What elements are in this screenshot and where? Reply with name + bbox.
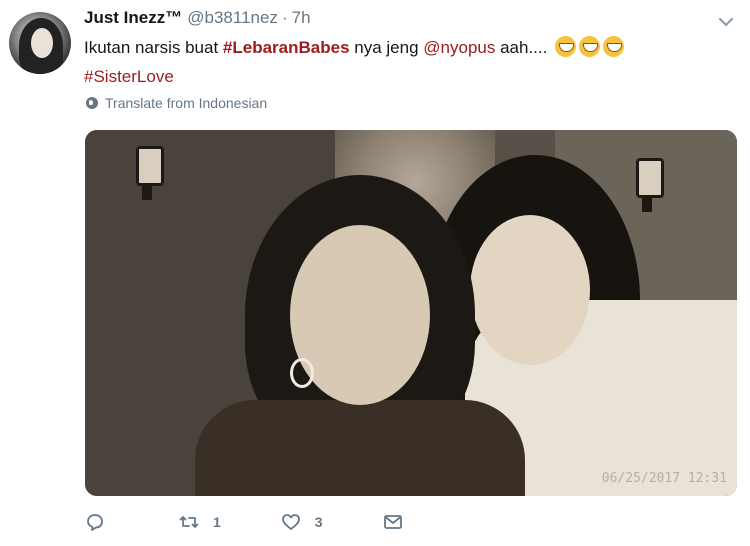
tweet-photo[interactable]: 06/25/2017 12:31 — [85, 130, 737, 496]
translate-link[interactable]: Translate from Indonesian — [86, 95, 267, 111]
tweet-text-prefix: Ikutan narsis buat — [84, 38, 223, 57]
like-button[interactable]: 3 — [281, 512, 323, 532]
tweet-actions: 1 3 — [85, 512, 463, 532]
separator-dot: · — [281, 8, 288, 27]
translate-label: Translate from Indonesian — [105, 95, 268, 111]
like-count: 3 — [314, 514, 323, 530]
retweet-icon — [179, 516, 199, 528]
wall-lamp-left — [130, 138, 164, 200]
photo-timestamp: 06/25/2017 12:31 — [601, 471, 727, 486]
tweet-timestamp[interactable]: 7h — [292, 8, 311, 28]
reply-icon — [87, 514, 103, 531]
wall-lamp-right — [630, 150, 664, 212]
display-name[interactable]: Just Inezz™ — [84, 8, 182, 28]
globe-icon — [86, 97, 98, 109]
direct-message-button[interactable] — [383, 512, 403, 532]
tweet-text-suffix: aah.... — [495, 38, 548, 57]
user-handle[interactable]: @b3811nez — [187, 8, 278, 28]
heart-icon — [281, 514, 300, 530]
retweet-button[interactable]: 1 — [179, 512, 221, 532]
hashtag-sisterlove[interactable]: #SisterLove — [84, 67, 174, 86]
profile-avatar[interactable] — [9, 12, 71, 74]
envelope-icon — [383, 515, 402, 529]
chevron-down-icon[interactable] — [718, 14, 734, 30]
grinning-face-icon — [603, 36, 625, 57]
tweet-text-middle: nya jeng — [349, 38, 424, 57]
reply-button[interactable] — [85, 512, 119, 532]
hashtag-lebaranbabes[interactable]: #LebaranBabes — [223, 38, 350, 57]
grinning-face-icon — [555, 36, 577, 57]
mention-nyopus[interactable]: @nyopus — [423, 38, 495, 57]
retweet-count: 1 — [213, 514, 221, 530]
grinning-face-icon — [579, 36, 601, 57]
tweet-text: Ikutan narsis buat #LebaranBabes nya jen… — [84, 33, 724, 91]
tweet-header: Just Inezz™ @b3811nez · 7h — [84, 8, 311, 32]
